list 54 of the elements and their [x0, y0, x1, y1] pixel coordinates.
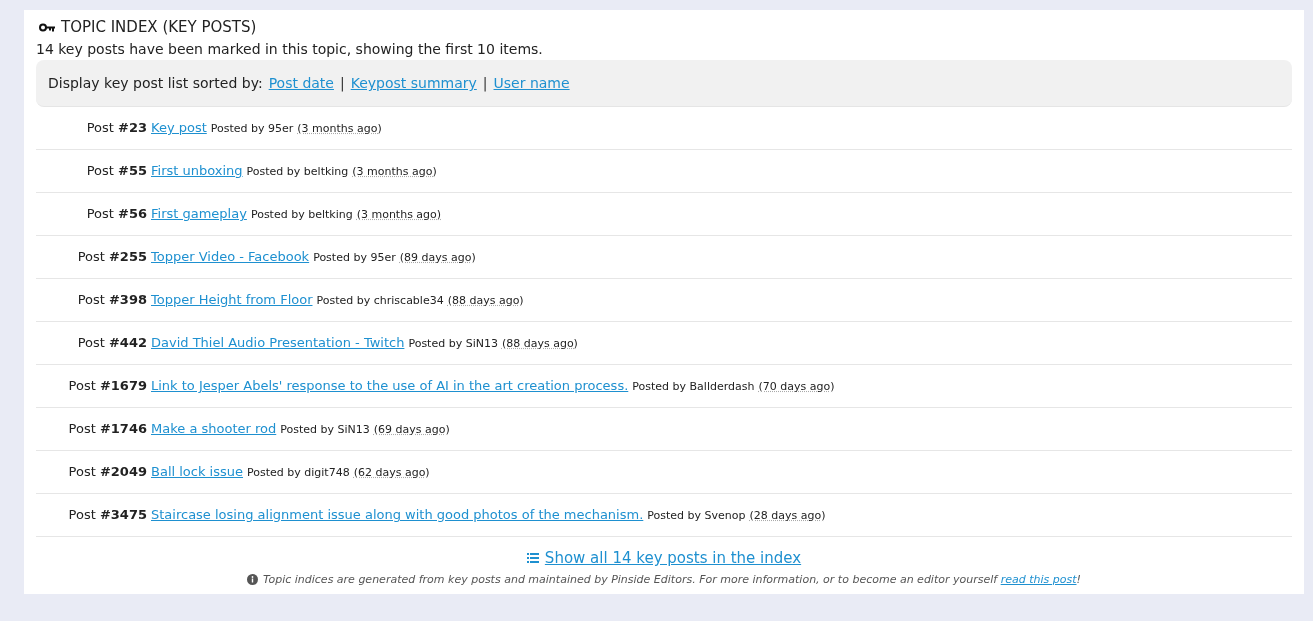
post-link[interactable]: Make a shooter rod — [151, 408, 277, 450]
posted-by: Posted by beltking — [250, 207, 353, 223]
post-time: (3 months ago) — [356, 207, 442, 223]
post-time: (89 days ago) — [399, 250, 476, 266]
post-number: Post #1679 — [67, 377, 147, 395]
panel-title: TOPIC INDEX (KEY POSTS) — [61, 18, 257, 36]
post-time: (69 days ago) — [373, 422, 450, 438]
sort-link[interactable]: User name — [493, 75, 570, 91]
post-link[interactable]: Link to Jesper Abels' response to the use of AI in the art creation process. — [151, 365, 629, 407]
post-link[interactable]: Key post — [151, 107, 207, 149]
posted-by: Posted by Ballderdash — [632, 379, 755, 395]
post-number: Post #56 — [85, 205, 147, 223]
post-time: (28 days ago) — [749, 508, 826, 524]
posted-by: Posted by 95er — [210, 121, 294, 137]
post-time: (70 days ago) — [758, 379, 835, 395]
post-number: Post #442 — [76, 334, 147, 352]
post-number: Post #2049 — [67, 463, 147, 481]
list-icon — [526, 553, 539, 563]
post-time: (88 days ago) — [501, 336, 578, 352]
post-time: (88 days ago) — [447, 293, 524, 309]
summary-text: 14 key posts have been marked in this topic, showing the first 10 items. — [36, 40, 544, 59]
post-link[interactable]: First gameplay — [151, 193, 247, 235]
post-link[interactable]: David Thiel Audio Presentation - Twitch — [151, 322, 405, 364]
post-number: Post #1746 — [67, 420, 147, 438]
post-time: (3 months ago) — [297, 121, 382, 137]
posted-by: Posted by SiN13 — [408, 336, 498, 352]
post-number: Post #23 — [85, 119, 147, 137]
read-post-link[interactable]: read this post — [1000, 573, 1077, 586]
editors-note: Topic indices are generated from key posts and maintained by Pinside Editors. For more information, or to become an editor yourself read this post! — [263, 573, 1081, 586]
post-number: Post #55 — [85, 162, 147, 180]
posted-by: Posted by 95er — [313, 250, 396, 266]
sort-link[interactable]: Post date — [268, 75, 334, 91]
show-all-link[interactable]: Show all 14 key posts in the index — [526, 549, 802, 567]
post-link[interactable]: Topper Height from Floor — [151, 279, 313, 321]
sort-label: Display key post list sorted by: — [48, 75, 263, 91]
posted-by: Posted by beltking — [246, 164, 349, 180]
posted-by: Posted by digit748 — [247, 465, 350, 481]
post-number: Post #3475 — [67, 506, 147, 524]
sort-link[interactable]: Keypost summary — [350, 75, 477, 91]
post-link[interactable]: Topper Video - Facebook — [151, 236, 310, 278]
post-link[interactable]: Ball lock issue — [151, 451, 243, 493]
post-number: Post #255 — [76, 248, 147, 266]
posted-by: Posted by SiN13 — [280, 422, 370, 438]
separator: | — [482, 75, 488, 91]
key-icon — [39, 22, 55, 32]
posted-by: Posted by chriscable34 — [316, 293, 444, 309]
post-number: Post #398 — [76, 291, 147, 309]
post-time: (3 months ago) — [352, 164, 437, 180]
info-icon — [247, 574, 259, 585]
posted-by: Posted by Svenop — [647, 508, 746, 524]
separator: | — [339, 75, 345, 91]
post-time: (62 days ago) — [353, 465, 430, 481]
post-link[interactable]: First unboxing — [151, 150, 243, 192]
post-link[interactable]: Staircase losing alignment issue along with good photos of the mechanism. — [151, 494, 644, 536]
